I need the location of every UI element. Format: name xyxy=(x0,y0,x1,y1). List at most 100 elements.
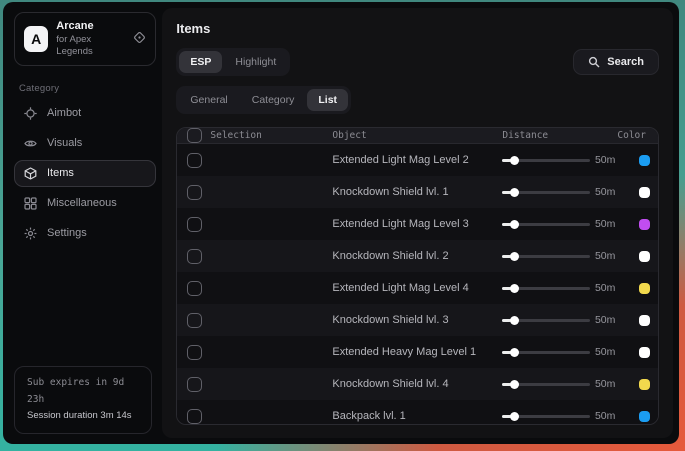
row-checkbox[interactable] xyxy=(187,377,202,392)
distance-value: 50m xyxy=(595,346,617,358)
color-swatch[interactable] xyxy=(639,283,650,294)
grid-icon xyxy=(24,197,37,210)
sidebar-item-label: Settings xyxy=(47,227,87,239)
tab-list[interactable]: List xyxy=(307,89,348,111)
slider-thumb[interactable] xyxy=(510,220,519,229)
object-name: Knockdown Shield lvl. 1 xyxy=(332,186,502,198)
row-checkbox[interactable] xyxy=(187,281,202,296)
category-section-label: Category xyxy=(19,83,156,94)
color-swatch[interactable] xyxy=(639,379,650,390)
slider-thumb[interactable] xyxy=(510,156,519,165)
distance-slider[interactable] xyxy=(502,255,590,258)
mode-tabs: ESP Highlight xyxy=(176,48,290,76)
sidebar-item-label: Miscellaneous xyxy=(47,197,117,209)
object-name: Extended Light Mag Level 3 xyxy=(332,218,502,230)
row-checkbox[interactable] xyxy=(187,345,202,360)
tab-category[interactable]: Category xyxy=(241,89,306,111)
select-all-checkbox[interactable] xyxy=(187,128,202,143)
table-row: Knockdown Shield lvl. 4 50m xyxy=(177,368,658,400)
row-checkbox[interactable] xyxy=(187,313,202,328)
distance-slider[interactable] xyxy=(502,159,590,162)
object-name: Knockdown Shield lvl. 3 xyxy=(332,314,502,326)
distance-value: 50m xyxy=(595,410,617,422)
table-row: Extended Heavy Mag Level 1 50m xyxy=(177,336,658,368)
table-row: Knockdown Shield lvl. 2 50m xyxy=(177,240,658,272)
slider-thumb[interactable] xyxy=(510,284,519,293)
slider-thumb[interactable] xyxy=(510,188,519,197)
slider-thumb[interactable] xyxy=(510,348,519,357)
distance-slider[interactable] xyxy=(502,223,590,226)
main-panel: Items ESP Highlight Search General Categ… xyxy=(162,8,673,438)
object-name: Extended Light Mag Level 4 xyxy=(332,282,502,294)
table-row: Extended Light Mag Level 2 50m xyxy=(177,144,658,176)
slider-thumb[interactable] xyxy=(510,412,519,421)
search-button[interactable]: Search xyxy=(573,49,659,75)
tab-general[interactable]: General xyxy=(179,89,238,111)
sidebar-item-items[interactable]: Items xyxy=(14,160,156,187)
distance-slider[interactable] xyxy=(502,287,590,290)
sidebar-item-visuals[interactable]: Visuals xyxy=(14,130,156,157)
table-row: Extended Light Mag Level 3 50m xyxy=(177,208,658,240)
object-name: Backpack lvl. 1 xyxy=(332,410,502,422)
session-duration-text: Session duration 3m 14s xyxy=(27,408,139,425)
view-tabs: General Category List xyxy=(176,86,351,114)
distance-slider[interactable] xyxy=(502,191,590,194)
color-swatch[interactable] xyxy=(639,347,650,358)
table-body: Extended Light Mag Level 2 50m xyxy=(177,144,658,425)
row-checkbox[interactable] xyxy=(187,217,202,232)
sidebar: A Arcane for Apex Legends Category xyxy=(3,2,160,444)
column-header-object: Object xyxy=(332,130,502,141)
sidebar-item-label: Aimbot xyxy=(47,107,81,119)
search-button-label: Search xyxy=(607,56,644,68)
sidebar-item-miscellaneous[interactable]: Miscellaneous xyxy=(14,190,156,217)
distance-value: 50m xyxy=(595,154,617,166)
tab-highlight[interactable]: Highlight xyxy=(224,51,287,73)
color-swatch[interactable] xyxy=(639,411,650,422)
row-checkbox[interactable] xyxy=(187,153,202,168)
sidebar-item-settings[interactable]: Settings xyxy=(14,220,156,247)
table-row: Backpack lvl. 1 50m xyxy=(177,400,658,425)
distance-slider[interactable] xyxy=(502,415,590,418)
slider-thumb[interactable] xyxy=(510,316,519,325)
distance-value: 50m xyxy=(595,186,617,198)
sidebar-item-aimbot[interactable]: Aimbot xyxy=(14,100,156,127)
color-swatch[interactable] xyxy=(639,251,650,262)
distance-value: 50m xyxy=(595,314,617,326)
color-swatch[interactable] xyxy=(639,315,650,326)
row-checkbox[interactable] xyxy=(187,185,202,200)
column-header-distance: Distance xyxy=(502,130,617,141)
row-checkbox[interactable] xyxy=(187,249,202,264)
color-swatch[interactable] xyxy=(639,187,650,198)
sub-expiry-text: Sub expires in 9d 23h xyxy=(27,375,139,408)
color-swatch[interactable] xyxy=(639,219,650,230)
row-checkbox[interactable] xyxy=(187,409,202,424)
color-swatch[interactable] xyxy=(639,155,650,166)
app-logo: A xyxy=(24,26,48,52)
table-row: Extended Light Mag Level 4 50m xyxy=(177,272,658,304)
distance-value: 50m xyxy=(595,218,617,230)
table-header-row: Selection Object Distance Color xyxy=(177,128,658,144)
distance-value: 50m xyxy=(595,250,617,262)
object-name: Extended Light Mag Level 2 xyxy=(332,154,502,166)
page-title: Items xyxy=(176,21,659,36)
app-subtitle: for Apex Legends xyxy=(56,34,125,58)
search-icon xyxy=(588,56,600,68)
distance-slider[interactable] xyxy=(502,351,590,354)
distance-slider[interactable] xyxy=(502,319,590,322)
slider-thumb[interactable] xyxy=(510,380,519,389)
app-header-card: A Arcane for Apex Legends xyxy=(14,12,156,66)
eye-icon xyxy=(24,137,37,150)
tab-esp[interactable]: ESP xyxy=(179,51,222,73)
column-header-color: Color xyxy=(617,130,658,141)
object-name: Knockdown Shield lvl. 4 xyxy=(332,378,502,390)
sidebar-item-label: Items xyxy=(47,167,74,179)
distance-slider[interactable] xyxy=(502,383,590,386)
gear-icon xyxy=(24,227,37,240)
session-info-card: Sub expires in 9d 23h Session duration 3… xyxy=(14,366,152,434)
items-table: Selection Object Distance Color Extended… xyxy=(176,127,659,425)
box-icon xyxy=(24,167,37,180)
slider-thumb[interactable] xyxy=(510,252,519,261)
sidebar-item-label: Visuals xyxy=(47,137,82,149)
distance-value: 50m xyxy=(595,378,617,390)
pin-window-button[interactable] xyxy=(133,31,146,47)
